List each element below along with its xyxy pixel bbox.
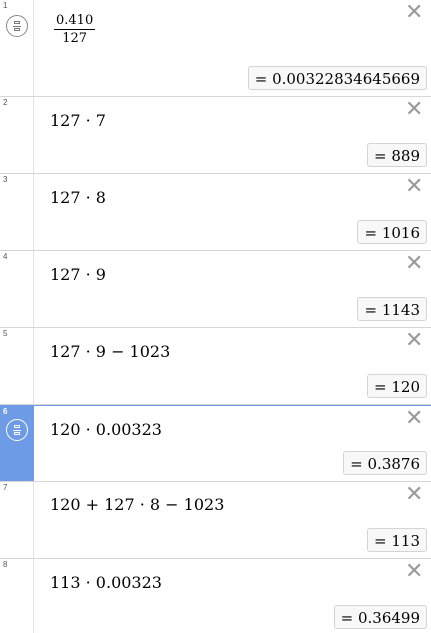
expression-index: 3 xyxy=(3,175,8,184)
expression-row[interactable]: 3 127 · 8 ✕ = 1016 xyxy=(0,174,431,251)
result-value: = 1143 xyxy=(357,297,427,321)
close-icon[interactable]: ✕ xyxy=(405,561,423,583)
close-icon[interactable]: ✕ xyxy=(405,408,423,430)
expression-row[interactable]: 8 113 · 0.00323 ✕ = 0.36499 xyxy=(0,559,431,633)
expression-gutter[interactable]: 4 xyxy=(0,251,34,327)
result-value: = 1016 xyxy=(357,220,427,244)
close-icon[interactable]: ✕ xyxy=(405,176,423,198)
expression-index: 1 xyxy=(3,1,8,10)
fraction-numerator: 0.410 xyxy=(54,13,96,30)
expression-input[interactable]: 120 + 127 · 8 − 1023 xyxy=(50,495,224,514)
fraction-icon[interactable] xyxy=(6,15,28,37)
expression-input[interactable]: 127 · 7 xyxy=(50,111,106,130)
expression-gutter[interactable]: 5 xyxy=(0,328,34,404)
fraction-denominator: 127 xyxy=(62,31,88,46)
expression-input[interactable]: 120 · 0.00323 xyxy=(50,420,162,439)
expression-index: 6 xyxy=(3,407,8,416)
expression-index: 7 xyxy=(3,483,8,492)
fraction-icon[interactable] xyxy=(6,419,28,441)
expression-gutter[interactable]: 6 xyxy=(0,406,34,481)
expression-input[interactable]: 127 · 8 xyxy=(50,188,106,207)
expression-row[interactable]: 5 127 · 9 − 1023 ✕ = 120 xyxy=(0,328,431,405)
close-icon[interactable]: ✕ xyxy=(405,99,423,121)
result-value: = 113 xyxy=(367,528,427,552)
result-value: = 0.36499 xyxy=(333,605,427,629)
result-value: = 120 xyxy=(367,374,427,398)
close-icon[interactable]: ✕ xyxy=(405,2,423,24)
expression-input[interactable]: 127 · 9 xyxy=(50,265,106,284)
result-value: = 0.3876 xyxy=(343,451,427,475)
expression-index: 2 xyxy=(3,98,8,107)
expression-gutter[interactable]: 1 xyxy=(0,0,34,96)
expression-row-active[interactable]: 6 120 · 0.00323 ✕ = 0.3876 xyxy=(0,405,431,482)
expression-row[interactable]: 1 0.410 127 ✕ = 0.00322834645669 xyxy=(0,0,431,97)
close-icon[interactable]: ✕ xyxy=(405,484,423,506)
expression-input[interactable]: 127 · 9 − 1023 xyxy=(50,342,170,361)
expression-input[interactable]: 0.410 127 xyxy=(54,13,96,46)
expression-gutter[interactable]: 7 xyxy=(0,482,34,558)
expression-row[interactable]: 4 127 · 9 ✕ = 1143 xyxy=(0,251,431,328)
expression-gutter[interactable]: 3 xyxy=(0,174,34,250)
result-value: = 0.00322834645669 xyxy=(247,66,427,90)
close-icon[interactable]: ✕ xyxy=(405,253,423,275)
expression-index: 4 xyxy=(3,252,8,261)
result-value: = 889 xyxy=(367,143,427,167)
expression-gutter[interactable]: 2 xyxy=(0,97,34,173)
expression-gutter[interactable]: 8 xyxy=(0,559,34,633)
expression-index: 5 xyxy=(3,329,8,338)
expression-row[interactable]: 7 120 + 127 · 8 − 1023 ✕ = 113 xyxy=(0,482,431,559)
expression-index: 8 xyxy=(3,560,8,569)
expression-list: 1 0.410 127 ✕ = 0.00322834645669 2 127 ·… xyxy=(0,0,431,633)
expression-input[interactable]: 113 · 0.00323 xyxy=(50,573,162,592)
close-icon[interactable]: ✕ xyxy=(405,330,423,352)
expression-row[interactable]: 2 127 · 7 ✕ = 889 xyxy=(0,97,431,174)
